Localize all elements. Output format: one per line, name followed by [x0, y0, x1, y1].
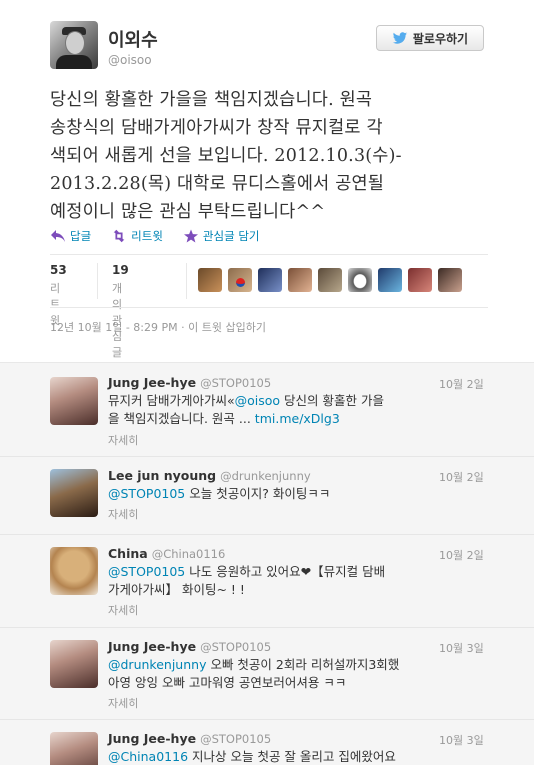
follow-button[interactable]: 팔로우하기	[376, 25, 484, 51]
reply-text: @STOP0105 오늘 첫공이지? 화이팅ㅋㅋ	[108, 485, 488, 503]
avatar[interactable]	[318, 268, 342, 292]
tweet-text-line: 송창식의 담배가게아가씨가 창작 뮤지컬로 각	[50, 118, 383, 138]
reply-text-part: 가게아가씨】 화이팅~ ! !	[108, 582, 245, 597]
twitter-bird-icon	[392, 31, 408, 44]
reply-date[interactable]: 10월 2일	[439, 376, 484, 392]
favorite-count: 19	[112, 263, 129, 277]
reply-author-handle: @STOP0105	[200, 732, 272, 746]
reply-text-part: 을 책임지겠습니다. 원곡 ...	[108, 411, 255, 426]
follow-label: 팔로우하기	[412, 31, 469, 46]
details-link[interactable]: 자세히	[108, 432, 138, 448]
reply-text-part: 뮤지커 담배가게아가씨«	[108, 393, 235, 408]
tweet-timestamp[interactable]: 12년 10월 1일 - 8:29 PM · 이 트윗 삽입하기	[50, 319, 266, 335]
favorite-button[interactable]: 관심글 담기	[183, 227, 260, 245]
avatar[interactable]	[348, 268, 372, 292]
reply-item: Jung Jee-hye @STOP0105 10월 3일 @drunkenjun…	[0, 627, 534, 720]
reply-author-handle: @STOP0105	[200, 376, 272, 390]
avatar[interactable]	[50, 732, 98, 765]
tweet-text-line: 당신의 황홀한 가을을 책임지겠습니다. 원곡	[50, 90, 373, 110]
reply-author[interactable]: China @China0116	[108, 546, 225, 561]
retweet-button[interactable]: 리트윗	[111, 227, 163, 245]
reply-text: @China0116 지나상 오늘 첫공 잘 올리고 집에왔어요	[108, 748, 488, 765]
mention-link[interactable]: @oisoo	[235, 393, 280, 408]
mention-link[interactable]: @drunkenjunny	[108, 657, 206, 672]
reply-item: Jung Jee-hye @STOP0105 10월 3일 @China0116 …	[0, 719, 534, 765]
reply-text-part: 지나상 오늘 첫공 잘 올리고 집에왔어요	[188, 749, 396, 764]
reply-item: Lee jun nyoung @drunkenjunny 10월 2일 @STOP…	[0, 456, 534, 535]
reply-text-part: 당신의 황홀한 가을	[280, 393, 384, 408]
main-tweet: 이외수 @oisoo 팔로우하기 당신의 황홀한 가을을 책임지겠습니다. 원곡…	[0, 0, 534, 362]
avatar[interactable]	[50, 21, 98, 69]
avatar[interactable]	[258, 268, 282, 292]
reply-date[interactable]: 10월 3일	[439, 640, 484, 656]
tweet-text-line: 2013.2.28(목) 대학로 뮤디스홀에서 공연될	[50, 174, 385, 194]
reply-author-name: Lee jun nyoung	[108, 468, 217, 483]
details-link[interactable]: 자세히	[108, 506, 138, 522]
favorite-stat[interactable]: 19 개의 관심글	[112, 263, 129, 360]
divider	[50, 254, 488, 255]
reply-item: Jung Jee-hye @STOP0105 10월 2일 뮤지커 담배가게아가씨…	[0, 363, 534, 457]
reply-author-name: China	[108, 546, 148, 561]
reply-label: 답글	[70, 229, 92, 243]
reply-author-handle: @STOP0105	[200, 640, 272, 654]
avatar[interactable]	[50, 377, 98, 425]
avatar[interactable]	[408, 268, 432, 292]
favoriter-avatars	[198, 268, 462, 292]
reply-date[interactable]: 10월 2일	[439, 469, 484, 485]
tweet-text: 당신의 황홀한 가을을 책임지겠습니다. 원곡 송창식의 담배가게아가씨가 창작…	[50, 86, 488, 226]
stat-separator	[97, 263, 98, 299]
reply-text-part: 나도 응원하고 있어요❤【뮤지컬 담배	[185, 564, 386, 579]
reply-author-handle: @drunkenjunny	[220, 469, 311, 483]
tweet-permalink-page: 이외수 @oisoo 팔로우하기 당신의 황홀한 가을을 책임지겠습니다. 원곡…	[0, 0, 534, 765]
reply-author[interactable]: Jung Jee-hye @STOP0105	[108, 375, 271, 390]
reply-date[interactable]: 10월 3일	[439, 732, 484, 748]
reply-item: China @China0116 10월 2일 @STOP0105 나도 응원하고…	[0, 534, 534, 628]
reply-button[interactable]: 답글	[50, 227, 91, 245]
avatar[interactable]	[198, 268, 222, 292]
reply-text: 뮤지커 담배가게아가씨«@oisoo 당신의 황홀한 가을 을 책임지겠습니다.…	[108, 392, 488, 428]
reply-author-name: Jung Jee-hye	[108, 375, 197, 390]
reply-text: @STOP0105 나도 응원하고 있어요❤【뮤지컬 담배 가게아가씨】 화이팅…	[108, 563, 488, 599]
screen-name[interactable]: @oisoo	[108, 53, 152, 67]
star-icon	[183, 229, 198, 243]
reply-text: @drunkenjunny 오빠 첫공이 2회라 리허설까지3회했 아영 앙잉 …	[108, 656, 488, 692]
tweet-text-line: 예정이니 많은 관심 부탁드립니다^^	[50, 202, 326, 222]
mention-link[interactable]: @STOP0105	[108, 486, 185, 501]
url-link[interactable]: tmi.me/xDlg3	[255, 411, 340, 426]
details-link[interactable]: 자세히	[108, 602, 138, 618]
avatar[interactable]	[288, 268, 312, 292]
details-link[interactable]: 자세히	[108, 695, 138, 711]
avatar[interactable]	[228, 268, 252, 292]
reply-author-handle: @China0116	[151, 547, 226, 561]
avatar[interactable]	[50, 640, 98, 688]
reply-author[interactable]: Jung Jee-hye @STOP0105	[108, 731, 271, 746]
reply-text-part: 오늘 첫공이지? 화이팅ㅋㅋ	[185, 486, 331, 501]
reply-date[interactable]: 10월 2일	[439, 547, 484, 563]
avatar[interactable]	[378, 268, 402, 292]
reply-author[interactable]: Jung Jee-hye @STOP0105	[108, 639, 271, 654]
mention-link[interactable]: @China0116	[108, 749, 188, 764]
retweet-label: 리트윗	[131, 229, 163, 243]
tweet-actions: 답글 리트윗 관심글 담기	[50, 227, 259, 245]
stat-separator	[186, 263, 187, 299]
avatar[interactable]	[50, 547, 98, 595]
reply-author-name: Jung Jee-hye	[108, 639, 197, 654]
favorite-label: 관심글 담기	[202, 229, 260, 243]
reply-text-part: 오빠 첫공이 2회라 리허설까지3회했	[206, 657, 400, 672]
avatar[interactable]	[50, 469, 98, 517]
retweet-icon	[113, 229, 125, 243]
divider	[50, 307, 488, 308]
reply-author-name: Jung Jee-hye	[108, 731, 197, 746]
reply-text-part: 아영 앙잉 오빠 고마워영 공연보러어셔용 ㅋㅋ	[108, 675, 347, 690]
replies-list: Jung Jee-hye @STOP0105 10월 2일 뮤지커 담배가게아가씨…	[0, 362, 534, 765]
reply-author[interactable]: Lee jun nyoung @drunkenjunny	[108, 468, 311, 483]
display-name[interactable]: 이외수	[108, 26, 158, 52]
mention-link[interactable]: @STOP0105	[108, 564, 185, 579]
reply-icon	[51, 230, 65, 242]
avatar[interactable]	[438, 268, 462, 292]
retweet-count: 53	[50, 263, 67, 277]
tweet-text-line: 색되어 새롭게 선을 보입니다. 2012.10.3(수)-	[50, 146, 402, 166]
